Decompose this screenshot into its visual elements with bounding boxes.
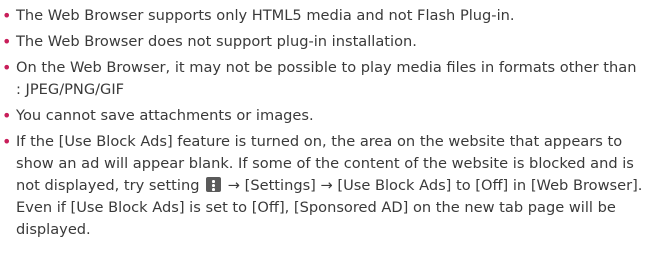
note-text: The Web Browser supports only HTML5 medi… — [16, 7, 515, 24]
note-html5-only: • The Web Browser supports only HTML5 me… — [0, 5, 655, 27]
note-text: You cannot save attachments or images. — [16, 107, 314, 124]
bullet-icon: • — [2, 58, 12, 77]
bullet-icon: • — [2, 6, 12, 25]
note-no-plugin-install: • The Web Browser does not support plug-… — [0, 31, 655, 53]
more-menu-icon — [206, 177, 222, 192]
bullet-icon: • — [2, 32, 12, 51]
note-text: On the Web Browser, it may not be possib… — [16, 59, 637, 76]
bullet-icon: • — [2, 132, 12, 151]
note-text: The Web Browser does not support plug-in… — [16, 33, 417, 50]
note-block-ads: • If the [Use Block Ads] feature is turn… — [0, 131, 655, 241]
notes-list: • The Web Browser supports only HTML5 me… — [0, 5, 655, 245]
note-formats: : JPEG/PNG/GIF — [16, 81, 125, 98]
note-no-save-attachments: • You cannot save attachments or images. — [0, 105, 655, 127]
bullet-icon: • — [2, 106, 12, 125]
note-media-formats: • On the Web Browser, it may not be poss… — [0, 57, 655, 101]
